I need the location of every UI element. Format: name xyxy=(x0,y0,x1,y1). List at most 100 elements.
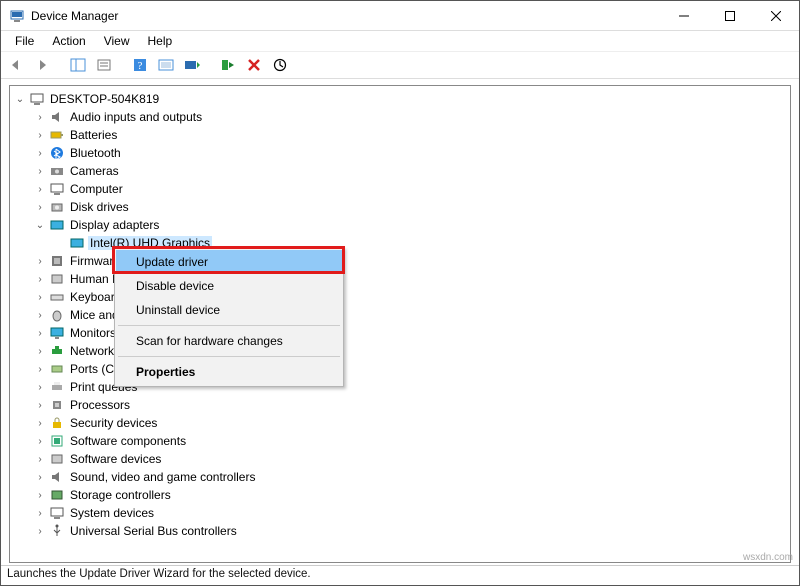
node-software-devices[interactable]: › Software devices xyxy=(12,450,788,468)
expand-icon[interactable]: › xyxy=(34,454,46,465)
window-title: Device Manager xyxy=(31,9,118,23)
speaker-icon xyxy=(49,109,65,125)
status-text: Launches the Update Driver Wizard for th… xyxy=(7,568,311,580)
ctx-scan-hardware[interactable]: Scan for hardware changes xyxy=(116,329,342,353)
menubar: File Action View Help xyxy=(1,31,799,51)
expand-icon[interactable]: › xyxy=(34,274,46,285)
toolbar: ? xyxy=(1,51,799,79)
node-label: Security devices xyxy=(68,416,159,430)
disable-device-button[interactable] xyxy=(243,54,265,76)
show-hide-console-button[interactable] xyxy=(67,54,89,76)
node-computer[interactable]: › Computer xyxy=(12,180,788,198)
node-disk[interactable]: › Disk drives xyxy=(12,198,788,216)
expand-icon[interactable]: › xyxy=(34,130,46,141)
soft-device-icon xyxy=(49,451,65,467)
node-batteries[interactable]: › Batteries xyxy=(12,126,788,144)
properties-button[interactable] xyxy=(93,54,115,76)
close-button[interactable] xyxy=(753,1,799,31)
expand-icon[interactable]: › xyxy=(34,400,46,411)
expand-icon[interactable]: › xyxy=(34,202,46,213)
menu-file[interactable]: File xyxy=(7,32,42,50)
ctx-uninstall-device[interactable]: Uninstall device xyxy=(116,298,342,322)
expand-icon[interactable]: › xyxy=(34,166,46,177)
node-label: Computer xyxy=(68,182,125,196)
system-icon xyxy=(49,505,65,521)
node-usb[interactable]: › Universal Serial Bus controllers xyxy=(12,522,788,540)
storage-icon xyxy=(49,487,65,503)
expand-icon[interactable]: › xyxy=(34,436,46,447)
node-system[interactable]: › System devices xyxy=(12,504,788,522)
expand-icon[interactable]: › xyxy=(34,310,46,321)
menu-action[interactable]: Action xyxy=(44,32,93,50)
expand-icon[interactable]: › xyxy=(34,364,46,375)
node-storage-controllers[interactable]: ›Storage controllers xyxy=(12,486,788,504)
statusbar: Launches the Update Driver Wizard for th… xyxy=(1,565,799,585)
node-bluetooth[interactable]: › Bluetooth xyxy=(12,144,788,162)
network-icon xyxy=(49,343,65,359)
maximize-button[interactable] xyxy=(707,1,753,31)
uninstall-device-button[interactable] xyxy=(269,54,291,76)
expand-icon[interactable]: › xyxy=(34,490,46,501)
node-sound[interactable]: ›Sound, video and game controllers xyxy=(12,468,788,486)
watermark: wsxdn.com xyxy=(743,552,793,563)
display-adapter-icon xyxy=(49,217,65,233)
hid-icon xyxy=(49,271,65,287)
usb-icon xyxy=(49,523,65,539)
ctx-properties[interactable]: Properties xyxy=(116,360,342,384)
node-security[interactable]: › Security devices xyxy=(12,414,788,432)
expand-icon[interactable]: › xyxy=(34,508,46,519)
expand-icon[interactable]: › xyxy=(34,112,46,123)
expand-icon[interactable]: › xyxy=(34,148,46,159)
expand-icon[interactable]: › xyxy=(34,418,46,429)
root-label: DESKTOP-504K819 xyxy=(48,92,161,106)
node-label: Software devices xyxy=(68,452,163,466)
expand-icon[interactable]: › xyxy=(34,328,46,339)
menu-help[interactable]: Help xyxy=(140,32,181,50)
menu-view[interactable]: View xyxy=(96,32,138,50)
node-label: Bluetooth xyxy=(68,146,123,160)
forward-button[interactable] xyxy=(31,54,53,76)
node-label: Monitors xyxy=(68,326,118,340)
node-label: Universal Serial Bus controllers xyxy=(68,524,239,538)
expand-icon[interactable]: › xyxy=(34,472,46,483)
port-icon xyxy=(49,361,65,377)
ctx-disable-device[interactable]: Disable device xyxy=(116,274,342,298)
node-cameras[interactable]: ›Cameras xyxy=(12,162,788,180)
node-software-components[interactable]: › Software components xyxy=(12,432,788,450)
lock-icon xyxy=(49,415,65,431)
camera-icon xyxy=(49,163,65,179)
expand-icon[interactable]: › xyxy=(34,256,46,267)
expand-icon[interactable]: › xyxy=(34,184,46,195)
scan-button[interactable] xyxy=(155,54,177,76)
back-button[interactable] xyxy=(5,54,27,76)
node-label: Batteries xyxy=(68,128,119,142)
keyboard-icon xyxy=(49,289,65,305)
node-audio[interactable]: ›Audio inputs and outputs xyxy=(12,108,788,126)
ctx-update-driver[interactable]: Update driver xyxy=(116,250,342,274)
help-button[interactable]: ? xyxy=(129,54,151,76)
node-processors[interactable]: › Processors xyxy=(12,396,788,414)
node-label: Display adapters xyxy=(68,218,161,232)
root-node[interactable]: ⌄ DESKTOP-504K819 xyxy=(12,90,788,108)
display-adapter-icon xyxy=(69,235,85,251)
node-label: Processors xyxy=(68,398,132,412)
ctx-separator xyxy=(118,356,340,357)
enable-device-button[interactable] xyxy=(217,54,239,76)
expand-icon[interactable]: › xyxy=(34,526,46,537)
node-label: System devices xyxy=(68,506,156,520)
disk-icon xyxy=(49,199,65,215)
collapse-icon[interactable]: ⌄ xyxy=(34,220,46,231)
node-display-adapters[interactable]: ⌄ Display adapters xyxy=(12,216,788,234)
battery-icon xyxy=(49,127,65,143)
expand-icon[interactable]: › xyxy=(34,292,46,303)
bluetooth-icon xyxy=(49,145,65,161)
expand-icon[interactable]: › xyxy=(34,382,46,393)
monitor-icon xyxy=(49,325,65,341)
cpu-icon xyxy=(49,397,65,413)
node-label: Software components xyxy=(68,434,188,448)
node-label: Disk drives xyxy=(68,200,131,214)
expand-icon[interactable]: › xyxy=(34,346,46,357)
update-driver-button[interactable] xyxy=(181,54,203,76)
collapse-icon[interactable]: ⌄ xyxy=(14,94,26,105)
minimize-button[interactable] xyxy=(661,1,707,31)
